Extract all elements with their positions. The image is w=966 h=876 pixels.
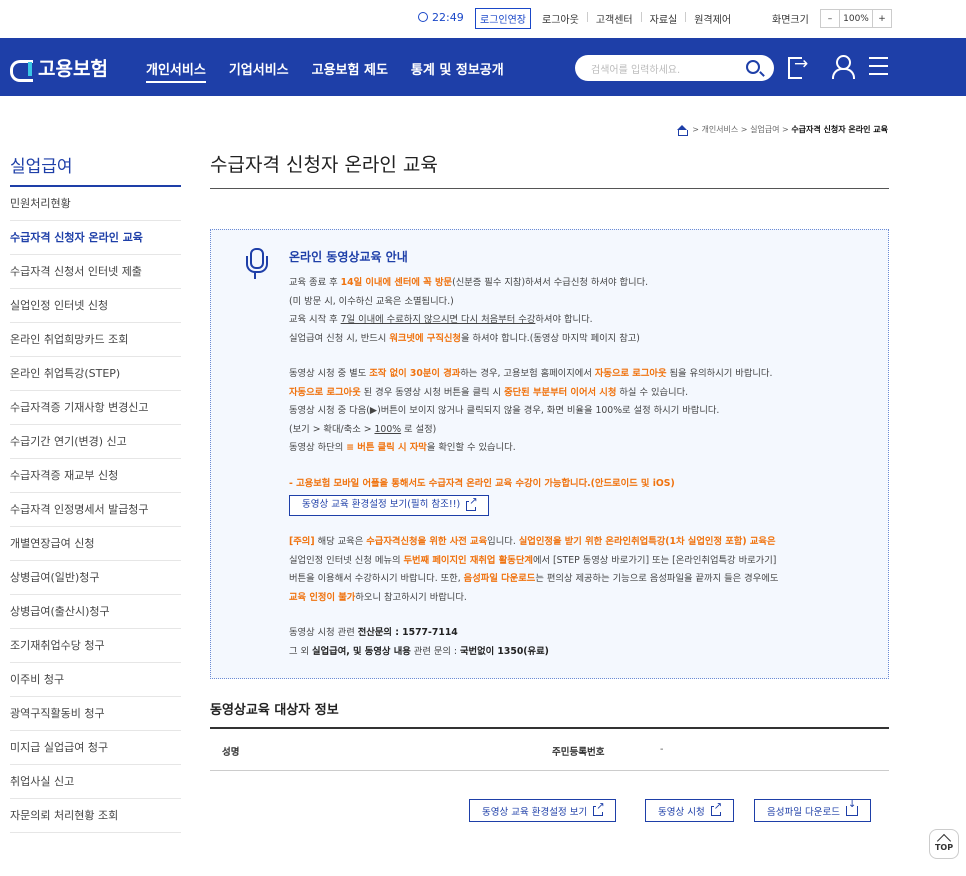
sidebar-item[interactable]: 이주비 청구: [10, 663, 181, 697]
sidebar-item[interactable]: 수급자격증 기재사항 변경신고: [10, 391, 181, 425]
sidebar-item[interactable]: 민원처리현황: [10, 187, 181, 221]
guide-line: 교육 종료 후 14일 이내에 센터에 꼭 방문(신분증 필수 지참)하셔서 수…: [289, 277, 649, 288]
guide-line: (보기 > 확대/축소 > 100% 로 설정): [289, 423, 437, 435]
guide-line: 그 외 실업급여, 및 동영상 내용 관련 문의 : 국번없이 1350(유료): [289, 645, 549, 657]
zoom-in-button[interactable]: +: [873, 10, 891, 27]
main-header: 고용보험 개인서비스 기업서비스 고용보험 제도 통계 및 정보공개 검색어를 …: [0, 38, 966, 96]
archive-link[interactable]: 자료실: [650, 11, 678, 26]
external-link-icon: [593, 801, 605, 816]
guide-line: 실업인정 인터넷 신청 메뉴의 두번째 페이지인 재취업 활동단계에서 [STE…: [289, 554, 777, 566]
session-time: 22:49: [432, 11, 464, 24]
home-icon[interactable]: [676, 124, 689, 136]
bottom-buttons-3: 음성파일 다운로드: [754, 799, 871, 822]
breadcrumb-current: 수급자격 신청자 온라인 교육: [791, 125, 888, 134]
utility-links: 로그아웃 고객센터 자료실 원격제어: [542, 11, 731, 26]
guide-line: 동영상 시청 관련 전산문의 : 1577-7114: [289, 627, 458, 638]
menu-business-service[interactable]: 기업서비스: [229, 59, 289, 83]
menu-personal-service[interactable]: 개인서비스: [146, 59, 206, 83]
session-timer: 22:49: [418, 11, 464, 24]
guide-line: 동영상 시청 중 다음(▶)버튼이 보이지 않거나 클릭되지 않을 경우, 화면…: [289, 405, 720, 416]
logout-icon[interactable]: [786, 54, 810, 79]
sidebar-menu: 민원처리현황 수급자격 신청자 온라인 교육 수급자격 신청서 인터넷 제출 실…: [10, 187, 181, 833]
logo-icon: [8, 56, 36, 82]
main-menu: 개인서비스 기업서비스 고용보험 제도 통계 및 정보공개: [146, 59, 527, 83]
zoom-out-button[interactable]: –: [821, 10, 839, 27]
sidebar-title: 실업급여: [10, 152, 181, 187]
guide-line: 동영상 하단의 ≡ 버튼 클릭 시 자막을 확인할 수 있습니다.: [289, 442, 516, 453]
watch-video-button[interactable]: 동영상 시청: [645, 799, 734, 822]
sidebar-item[interactable]: 온라인 취업특강(STEP): [10, 357, 181, 391]
external-link-icon: [710, 801, 723, 816]
logout-link[interactable]: 로그아웃: [542, 11, 579, 26]
breadcrumb: > 개인서비스 > 실업급여 > 수급자격 신청자 온라인 교육: [676, 124, 888, 136]
customer-center-link[interactable]: 고객센터: [596, 11, 633, 26]
guide-line: 버튼을 이용해서 수강하시기 바랍니다. 또한, 음성파일 다운로드는 편의상 …: [289, 573, 779, 584]
search-box[interactable]: 검색어를 입력하세요.: [575, 55, 774, 81]
guide-line: 동영상 시청 중 별도 조작 없이 30분이 경과하는 경우, 고용보험 홈페이…: [289, 368, 773, 379]
sidebar-item[interactable]: 실업인정 인터넷 신청: [10, 289, 181, 323]
sidebar-item[interactable]: 상병급여(출산시)청구: [10, 595, 181, 629]
menu-statistics[interactable]: 통계 및 정보공개: [411, 59, 504, 83]
sidebar-item[interactable]: 미지급 실업급여 청구: [10, 731, 181, 765]
external-link-icon: [466, 496, 478, 511]
sidebar-item[interactable]: 개별연장급여 신청: [10, 527, 181, 561]
scroll-top-button[interactable]: TOP: [929, 829, 959, 859]
guide-line: [주의] 해당 교육은 수급자격신청을 위한 사전 교육입니다. 실업인정을 받…: [289, 536, 776, 547]
zoom-value: 100%: [839, 10, 873, 27]
breadcrumb-item[interactable]: 실업급여: [750, 124, 779, 135]
search-icon[interactable]: [746, 60, 760, 74]
mobile-notice: - 고용보험 모바일 어플을 통해서도 수급자격 온라인 교육 수강이 가능합니…: [289, 477, 675, 489]
guide-line: 실업급여 신청 시, 반드시 워크넷에 구직신청을 하셔야 합니다.(동영상 마…: [289, 332, 640, 344]
sidebar-item[interactable]: 취업사실 신고: [10, 765, 181, 799]
sidebar-item[interactable]: 수급자격 인정명세서 발급청구: [10, 493, 181, 527]
sidebar-item[interactable]: 광역구직활동비 청구: [10, 697, 181, 731]
sidebar-item[interactable]: 상병급여(일반)청구: [10, 561, 181, 595]
sidebar-item[interactable]: 온라인 취업희망카드 조회: [10, 323, 181, 357]
bottom-buttons: 동영상 교육 환경설정 보기: [469, 799, 617, 822]
hamburger-menu-icon[interactable]: [867, 54, 891, 78]
guide-body: 교육 종료 후 14일 이내에 센터에 꼭 방문(신분증 필수 지참)하셔서 수…: [289, 274, 869, 661]
clock-icon: [418, 12, 428, 22]
sidebar-item[interactable]: 수급자격 신청서 인터넷 제출: [10, 255, 181, 289]
search-input[interactable]: 검색어를 입력하세요.: [591, 61, 680, 76]
env-settings-button[interactable]: 동영상 교육 환경설정 보기(필히 참조!!): [289, 495, 490, 516]
remote-control-link[interactable]: 원격제어: [694, 11, 731, 26]
sidebar-item[interactable]: 조기재취업수당 청구: [10, 629, 181, 663]
rrn-value: -: [660, 744, 664, 755]
menu-insurance-system[interactable]: 고용보험 제도: [312, 59, 388, 83]
download-icon: [845, 800, 858, 816]
page-title: 수급자격 신청자 온라인 교육: [210, 150, 889, 189]
logo-text: 고용보험: [38, 58, 108, 80]
target-info-table: 성명 주민등록번호 -: [210, 727, 889, 771]
guide-title: 온라인 동영상교육 안내: [289, 250, 408, 264]
rrn-label: 주민등록번호: [552, 747, 605, 758]
guide-line: (미 방문 시, 이수하신 교육은 소멸됩니다.): [289, 295, 454, 307]
extend-login-button[interactable]: 로그인연장: [475, 8, 531, 29]
site-logo[interactable]: 고용보험: [8, 54, 108, 82]
zoom-label: 화면크기: [772, 15, 809, 26]
guide-line: 교육 인정이 불가하오니 참고하시기 바랍니다.: [289, 591, 467, 603]
sidebar-item[interactable]: 자문의뢰 처리현황 조회: [10, 799, 181, 833]
breadcrumb-item[interactable]: 개인서비스: [701, 124, 738, 135]
bottom-buttons-2: 동영상 시청: [645, 799, 734, 822]
sidebar-item[interactable]: 수급자격증 재교부 신청: [10, 459, 181, 493]
utility-bar: 22:49 로그인연장 로그아웃 고객센터 자료실 원격제어 화면크기 – 10…: [0, 0, 966, 38]
name-label: 성명: [222, 747, 240, 758]
user-icon[interactable]: [830, 54, 855, 79]
audio-download-button[interactable]: 음성파일 다운로드: [754, 799, 871, 822]
sidebar-item-active[interactable]: 수급자격 신청자 온라인 교육: [10, 221, 181, 255]
sidebar-item[interactable]: 수급기간 연기(변경) 신고: [10, 425, 181, 459]
guide-line: 교육 시작 후 7일 이내에 수료하지 않으시면 다시 처음부터 수강하셔야 합…: [289, 314, 593, 325]
guide-line: 자동으로 로그아웃 된 경우 동영상 시청 버튼을 클릭 시 중단된 부분부터 …: [289, 386, 689, 398]
sidebar: 실업급여 민원처리현황 수급자격 신청자 온라인 교육 수급자격 신청서 인터넷…: [10, 152, 181, 833]
microphone-stand: [254, 272, 256, 279]
zoom-control: – 100% +: [820, 9, 892, 28]
guide-box: 온라인 동영상교육 안내 교육 종료 후 14일 이내에 센터에 꼭 방문(신분…: [210, 229, 889, 679]
env-settings-bottom-button[interactable]: 동영상 교육 환경설정 보기: [469, 799, 617, 822]
target-info-title: 동영상교육 대상자 정보: [210, 703, 339, 718]
